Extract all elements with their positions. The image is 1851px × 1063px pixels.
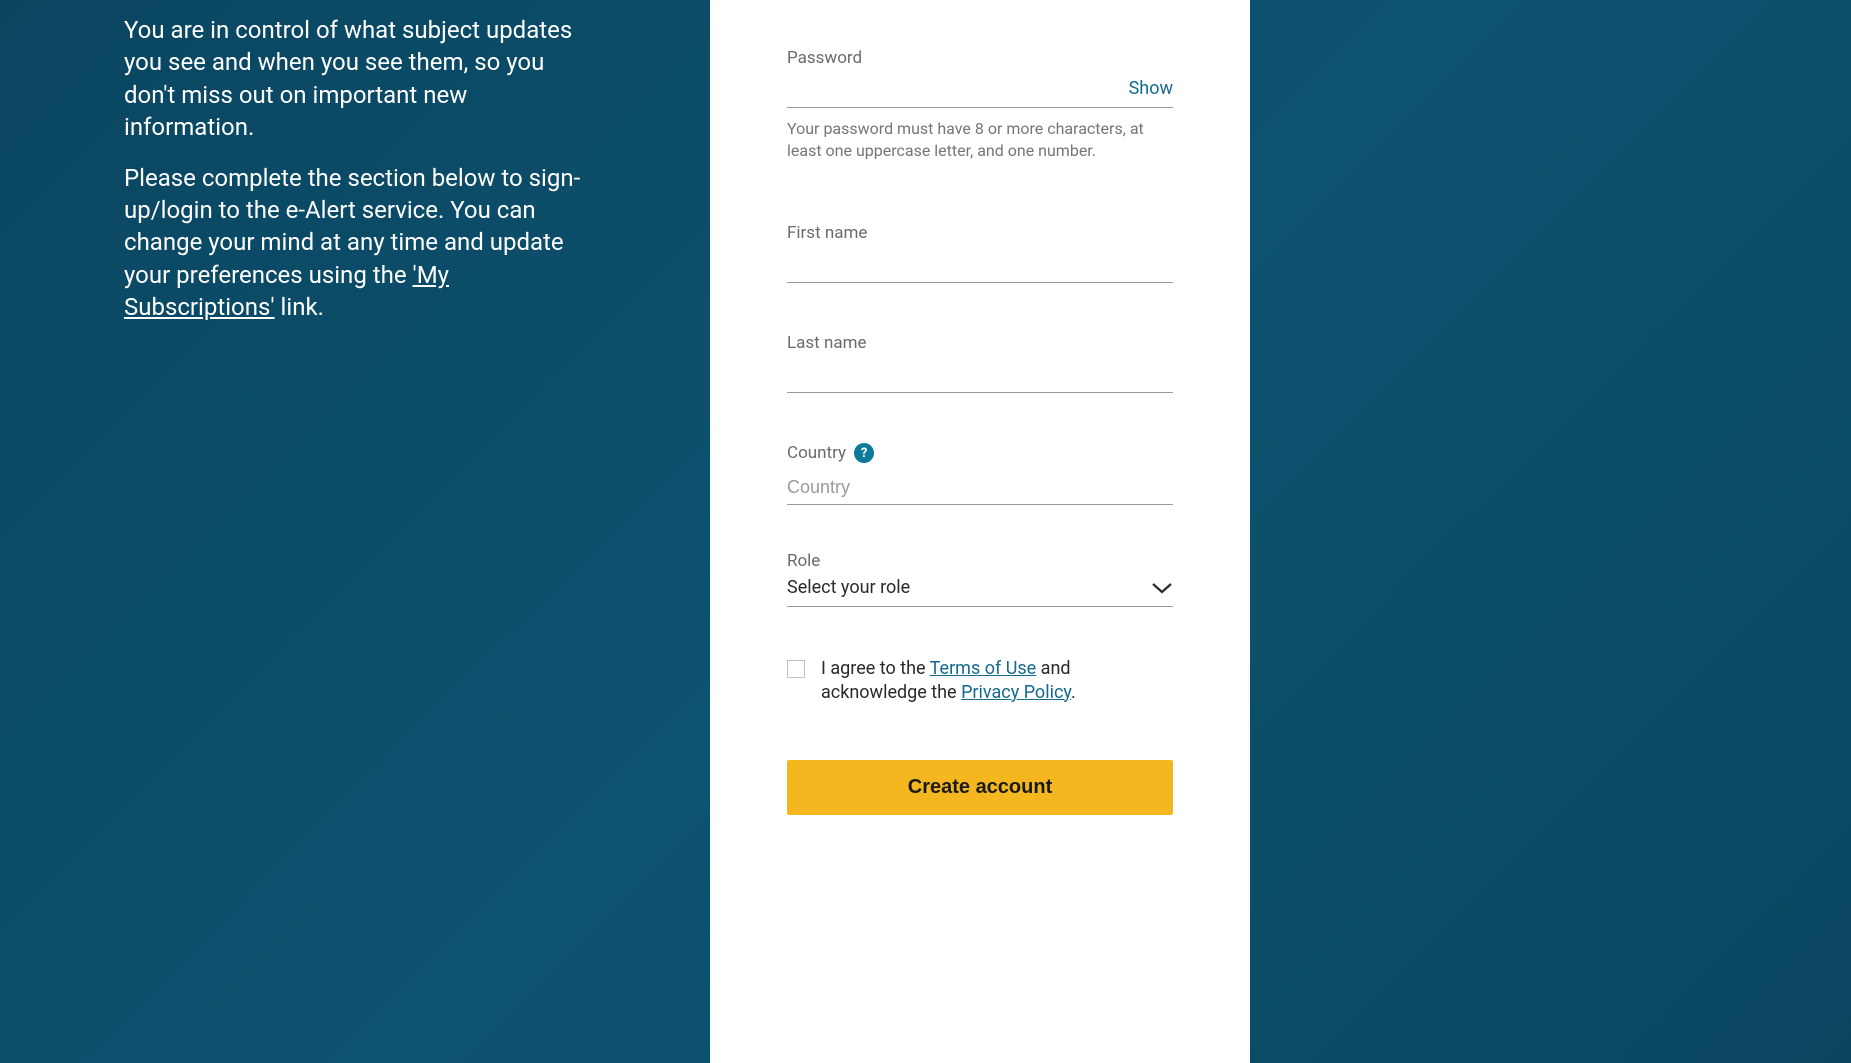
first-name-input[interactable]	[787, 249, 1173, 282]
terms-of-use-link[interactable]: Terms of Use	[930, 658, 1037, 679]
last-name-input[interactable]	[787, 359, 1173, 392]
create-account-button[interactable]: Create account	[787, 760, 1173, 815]
country-label: Country	[787, 443, 846, 463]
show-password-toggle[interactable]: Show	[1129, 78, 1173, 103]
form-panel: Password Show Your password must have 8 …	[710, 0, 1250, 1063]
privacy-policy-link[interactable]: Privacy Policy	[961, 682, 1071, 703]
password-input[interactable]	[787, 74, 1129, 107]
agree-label: I agree to the Terms of Use and acknowle…	[821, 657, 1173, 704]
role-select-value: Select your role	[787, 577, 910, 598]
first-name-group: First name	[787, 223, 1173, 283]
agree-prefix: I agree to the	[821, 658, 930, 679]
role-select[interactable]: Select your role	[787, 577, 1173, 607]
agree-suffix: .	[1071, 682, 1076, 703]
first-name-input-row	[787, 249, 1173, 283]
agree-row: I agree to the Terms of Use and acknowle…	[787, 657, 1173, 704]
password-input-row: Show	[787, 74, 1173, 108]
role-label: Role	[787, 551, 1173, 571]
country-label-row: Country ?	[787, 443, 1173, 463]
agree-checkbox[interactable]	[787, 660, 805, 678]
password-hint: Your password must have 8 or more charac…	[787, 118, 1173, 161]
last-name-label: Last name	[787, 333, 1173, 353]
info-paragraph-2: Please complete the section below to sig…	[124, 162, 590, 324]
role-group: Role Select your role	[787, 551, 1173, 607]
info-paragraph-2-suffix: link.	[275, 293, 324, 321]
info-paragraph-2-prefix: Please complete the section below to sig…	[124, 164, 580, 289]
country-group: Country ?	[787, 443, 1173, 505]
last-name-input-row	[787, 359, 1173, 393]
info-panel: You are in control of what subject updat…	[0, 0, 710, 1063]
password-label: Password	[787, 48, 1173, 68]
signup-form: Password Show Your password must have 8 …	[710, 0, 1250, 855]
last-name-group: Last name	[787, 333, 1173, 393]
first-name-label: First name	[787, 223, 1173, 243]
password-group: Password Show Your password must have 8 …	[787, 48, 1173, 161]
country-input[interactable]	[787, 471, 1173, 504]
chevron-down-icon	[1151, 581, 1173, 595]
country-input-row	[787, 471, 1173, 505]
help-icon[interactable]: ?	[854, 443, 874, 463]
info-paragraph-1: You are in control of what subject updat…	[124, 14, 590, 144]
